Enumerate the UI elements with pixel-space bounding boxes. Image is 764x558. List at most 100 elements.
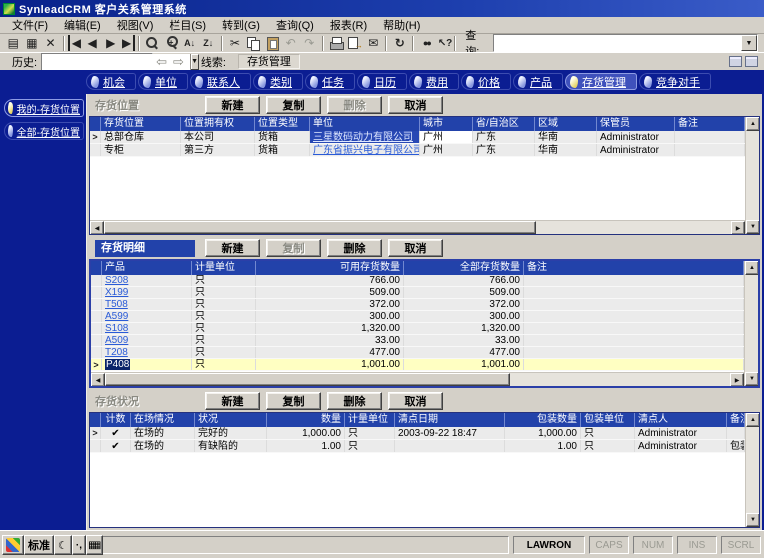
panel-button[interactable]: 新建 xyxy=(205,96,260,114)
panel-button[interactable]: 新建 xyxy=(205,239,260,257)
table-row[interactable]: 专柜 第三方 货箱 广东省振兴电子有限公司 广州 广东 华南 Administr… xyxy=(90,144,745,157)
panel-button[interactable]: 新建 xyxy=(205,392,260,410)
detail-horizontal-scrollbar[interactable]: ◀ ▶ xyxy=(91,372,744,386)
column-header[interactable]: 单位 xyxy=(310,117,420,131)
tab[interactable]: 单位 xyxy=(138,73,188,90)
table-row[interactable]: T508 只 372.00 372.00 xyxy=(91,299,744,311)
panel-button[interactable]: 复制 xyxy=(266,239,321,257)
detail-vertical-scrollbar[interactable]: ▲ ▼ xyxy=(744,261,758,386)
copy-icon[interactable] xyxy=(244,35,263,51)
panel-button[interactable]: 复制 xyxy=(266,392,321,410)
menu-item[interactable]: 文件(F) xyxy=(4,16,56,34)
column-header[interactable]: 省/自治区 xyxy=(473,117,535,131)
last-record-icon[interactable] xyxy=(120,35,136,51)
column-header[interactable]: 城市 xyxy=(420,117,473,131)
tab[interactable]: 类别 xyxy=(253,73,303,90)
scroll-up-icon[interactable]: ▲ xyxy=(746,413,759,427)
menu-item[interactable]: 编辑(E) xyxy=(56,16,109,34)
table-row[interactable]: S208 只 766.00 766.00 xyxy=(91,275,744,287)
tab[interactable]: 联系人 xyxy=(190,73,251,90)
history-combobox[interactable]: ▼ xyxy=(41,52,199,71)
column-header[interactable]: 位置拥有权 xyxy=(181,117,255,131)
table-row[interactable]: 总部仓库 本公司 货箱 三星数码动力有限公司 广州 广东 华南 Administ… xyxy=(90,131,745,144)
menu-item[interactable]: 帮助(H) xyxy=(375,16,428,34)
sidebar-item[interactable]: 我的-存货位置 xyxy=(4,99,84,117)
context-help-icon[interactable] xyxy=(436,35,455,51)
sidebar-item[interactable]: 全部-存货位置 xyxy=(4,122,84,140)
redo-icon[interactable] xyxy=(300,35,319,51)
column-header[interactable]: 备注 xyxy=(675,117,745,131)
panel-button[interactable]: 取消 xyxy=(388,239,443,257)
scroll-left-icon[interactable]: ◀ xyxy=(91,373,105,386)
table-row[interactable]: X199 只 509.00 509.00 xyxy=(91,287,744,299)
column-header[interactable]: 包装数量 xyxy=(505,413,581,427)
menu-item[interactable]: 视图(V) xyxy=(109,16,162,34)
archive-icon[interactable] xyxy=(345,35,364,51)
sort-descending-icon[interactable] xyxy=(199,35,218,51)
title-bar[interactable]: SynleadCRM 客户关系管理系统 xyxy=(0,0,764,17)
column-header[interactable]: 备注 xyxy=(524,261,744,275)
tab[interactable]: 日历 xyxy=(357,73,407,90)
product-link[interactable]: P408 xyxy=(105,359,131,370)
table-row[interactable]: A599 只 300.00 300.00 xyxy=(91,311,744,323)
advanced-search-icon[interactable] xyxy=(162,35,181,51)
ime-logo-icon[interactable] xyxy=(2,535,24,555)
scrollbar-thumb[interactable] xyxy=(105,373,510,386)
search-icon[interactable] xyxy=(143,35,162,51)
scroll-down-icon[interactable]: ▼ xyxy=(746,220,759,234)
column-header[interactable]: 保管员 xyxy=(597,117,675,131)
column-header[interactable]: 全部存货数量 xyxy=(404,261,524,275)
ime-mode-label[interactable]: 标准 xyxy=(24,535,54,555)
undo-icon[interactable] xyxy=(281,35,300,51)
history-back-icon[interactable]: ⇦ xyxy=(156,54,167,70)
scrollbar-thumb[interactable] xyxy=(104,221,537,234)
menu-item[interactable]: 查询(Q) xyxy=(268,16,322,34)
column-header[interactable]: 可用存货数量 xyxy=(256,261,404,275)
menu-item[interactable]: 转到(G) xyxy=(214,16,268,34)
scroll-up-icon[interactable]: ▲ xyxy=(746,117,759,131)
first-record-icon[interactable] xyxy=(67,35,83,51)
column-header[interactable]: 数量 xyxy=(267,413,345,427)
cell-counted-checkmark[interactable]: ✔ xyxy=(101,427,131,439)
tab[interactable]: 任务 xyxy=(305,73,355,90)
ime-fullhalf-moon-icon[interactable] xyxy=(54,535,72,555)
menu-item[interactable]: 报表(R) xyxy=(322,16,375,34)
cell-counted-checkmark[interactable]: ✔ xyxy=(101,440,131,452)
card-view-icon[interactable] xyxy=(729,56,742,67)
tab[interactable]: 产品 xyxy=(513,73,563,90)
column-header[interactable]: 计数 xyxy=(101,413,131,427)
panel-button[interactable]: 删除 xyxy=(327,392,382,410)
column-header[interactable]: 存货位置 xyxy=(101,117,181,131)
column-header[interactable]: 清点日期 xyxy=(395,413,505,427)
find-icon[interactable] xyxy=(417,35,436,51)
scroll-left-icon[interactable]: ◀ xyxy=(90,221,104,234)
new-record-icon[interactable] xyxy=(4,35,23,51)
status-vertical-scrollbar[interactable]: ▲ ▼ xyxy=(745,413,759,527)
query-input[interactable] xyxy=(493,35,741,51)
product-link[interactable]: S108 xyxy=(105,323,128,334)
query-combobox[interactable]: ▼ xyxy=(492,34,758,52)
product-link[interactable]: S208 xyxy=(105,275,128,286)
table-row[interactable]: ✔ 在场的 有缺陷的 1.00 只 1.00 只 Administrator 包… xyxy=(90,440,745,453)
product-link[interactable]: T208 xyxy=(105,347,128,358)
sort-ascending-icon[interactable] xyxy=(180,35,199,51)
tab[interactable]: 价格 xyxy=(461,73,511,90)
product-link[interactable]: A509 xyxy=(105,335,128,346)
table-row[interactable]: P408 只 1,001.00 1,001.00 xyxy=(91,359,744,371)
delete-record-icon[interactable] xyxy=(41,35,60,51)
panel-button[interactable]: 取消 xyxy=(388,96,443,114)
column-header[interactable]: 位置类型 xyxy=(255,117,310,131)
column-header[interactable]: 状况 xyxy=(195,413,267,427)
panel-button[interactable]: 删除 xyxy=(327,239,382,257)
cut-icon[interactable] xyxy=(226,35,245,51)
table-row[interactable]: ✔ 在场的 完好的 1,000.00 只 2003-09-22 18:47 1,… xyxy=(90,427,745,440)
table-row[interactable]: S108 只 1,320.00 1,320.00 xyxy=(91,323,744,335)
send-icon[interactable] xyxy=(364,35,383,51)
history-forward-icon[interactable]: ⇨ xyxy=(173,54,184,70)
scroll-down-icon[interactable]: ▼ xyxy=(745,372,758,386)
panel-button[interactable]: 取消 xyxy=(388,392,443,410)
column-header[interactable]: 包装单位 xyxy=(581,413,635,427)
column-header[interactable]: 计量单位 xyxy=(345,413,395,427)
table-row[interactable]: T208 只 477.00 477.00 xyxy=(91,347,744,359)
scroll-right-icon[interactable]: ▶ xyxy=(731,221,745,234)
